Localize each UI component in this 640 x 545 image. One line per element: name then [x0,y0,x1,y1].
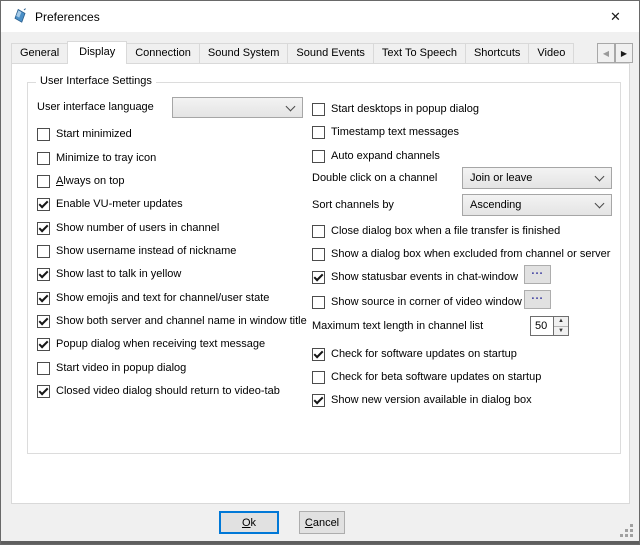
tab-display[interactable]: Display [67,41,127,64]
checkbox-desktops-popup[interactable]: Start desktops in popup dialog [312,101,479,117]
max-text-length-spinner[interactable]: 50 ▲▼ [530,316,569,336]
checkbox-auto-expand[interactable]: Auto expand channels [312,148,440,164]
chevron-down-icon [595,199,605,209]
max-text-length-label: Maximum text length in channel list [312,318,483,334]
checkbox[interactable] [312,126,325,139]
checkbox[interactable] [37,338,50,351]
checkbox[interactable] [312,296,325,309]
chevron-down-icon [595,172,605,182]
tab-shortcuts[interactable]: Shortcuts [465,43,529,63]
ok-button[interactable]: Ok [219,511,279,534]
checkbox[interactable] [312,248,325,261]
resize-grip[interactable] [620,524,634,538]
checkbox-start-minimized[interactable]: Start minimized [37,126,132,142]
video-source-more-button[interactable]: ... [524,290,551,309]
tab-general[interactable]: General [11,43,68,63]
checkbox[interactable] [37,222,50,235]
sort-channels-combobox[interactable]: Ascending [462,194,612,216]
checkbox-last-to-talk[interactable]: Show last to talk in yellow [37,266,181,282]
group-title: User Interface Settings [36,75,156,87]
tab-text-to-speech[interactable]: Text To Speech [373,43,466,63]
language-label: User interface language [37,99,154,115]
window-title: Preferences [35,10,100,24]
tab-sound-system[interactable]: Sound System [199,43,289,63]
checkbox-video-popup[interactable]: Start video in popup dialog [37,360,186,376]
checkbox[interactable] [312,103,325,116]
spin-down-icon[interactable]: ▼ [554,327,568,336]
checkbox-server-channel-title[interactable]: Show both server and channel name in win… [37,313,307,329]
double-click-label: Double click on a channel [312,170,437,186]
tab-scroll-left-icon[interactable]: ◀ [597,43,615,63]
checkbox-check-updates[interactable]: Check for software updates on startup [312,346,517,362]
checkbox-show-user-count[interactable]: Show number of users in channel [37,220,219,236]
chevron-down-icon [286,101,296,111]
checkbox[interactable] [312,271,325,284]
checkbox-minimize-to-tray[interactable]: Minimize to tray icon [37,150,156,166]
checkbox[interactable] [312,371,325,384]
checkbox[interactable] [37,175,50,188]
double-click-combobox[interactable]: Join or leave [462,167,612,189]
checkbox[interactable] [37,152,50,165]
checkbox-show-username[interactable]: Show username instead of nickname [37,243,236,259]
checkbox-popup-text-message[interactable]: Popup dialog when receiving text message [37,336,265,352]
sort-channels-label: Sort channels by [312,197,394,213]
spinner-value[interactable]: 50 [531,317,553,335]
statusbar-events-more-button[interactable]: ... [524,265,551,284]
tab-connection[interactable]: Connection [126,43,200,63]
checkbox-timestamp-messages[interactable]: Timestamp text messages [312,124,459,140]
spin-up-icon[interactable]: ▲ [554,317,568,327]
checkbox-new-version-dialog[interactable]: Show new version available in dialog box [312,392,532,408]
checkbox-vu-meter-updates[interactable]: Enable VU-meter updates [37,196,183,212]
checkbox[interactable] [37,315,50,328]
checkbox[interactable] [312,394,325,407]
language-combobox[interactable] [172,97,303,118]
checkbox-closed-video-return[interactable]: Closed video dialog should return to vid… [37,383,280,399]
checkbox-video-source-corner[interactable]: Show source in corner of video window [312,294,522,310]
checkbox-statusbar-events[interactable]: Show statusbar events in chat-window [312,269,518,285]
checkbox[interactable] [37,362,50,375]
checkbox[interactable] [37,268,50,281]
close-icon[interactable]: ✕ [593,2,638,31]
checkbox[interactable] [312,348,325,361]
spinner-buttons: ▲▼ [553,317,568,335]
app-icon [12,8,28,24]
checkbox[interactable] [37,292,50,305]
preferences-dialog: Preferences ✕ General Display Connection… [0,0,640,545]
checkbox-close-on-transfer[interactable]: Close dialog box when a file transfer is… [312,223,560,239]
tab-scroll-right-icon[interactable]: ▶ [615,43,633,63]
checkbox[interactable] [312,150,325,163]
tab-video[interactable]: Video [528,43,574,63]
display-tab-page: User Interface Settings User interface l… [11,63,630,504]
tab-bar: General Display Connection Sound System … [11,41,632,64]
checkbox[interactable] [37,245,50,258]
checkbox-show-emojis[interactable]: Show emojis and text for channel/user st… [37,290,269,306]
checkbox[interactable] [37,198,50,211]
checkbox[interactable] [37,128,50,141]
checkbox-check-beta-updates[interactable]: Check for beta software updates on start… [312,369,541,385]
checkbox[interactable] [312,225,325,238]
tab-sound-events[interactable]: Sound Events [287,43,374,63]
checkbox[interactable] [37,385,50,398]
cancel-button[interactable]: Cancel [299,511,345,534]
checkbox-always-on-top[interactable]: Always on top [37,173,125,189]
checkbox-excluded-dialog[interactable]: Show a dialog box when excluded from cha… [312,246,610,262]
title-bar: Preferences ✕ [1,1,639,32]
